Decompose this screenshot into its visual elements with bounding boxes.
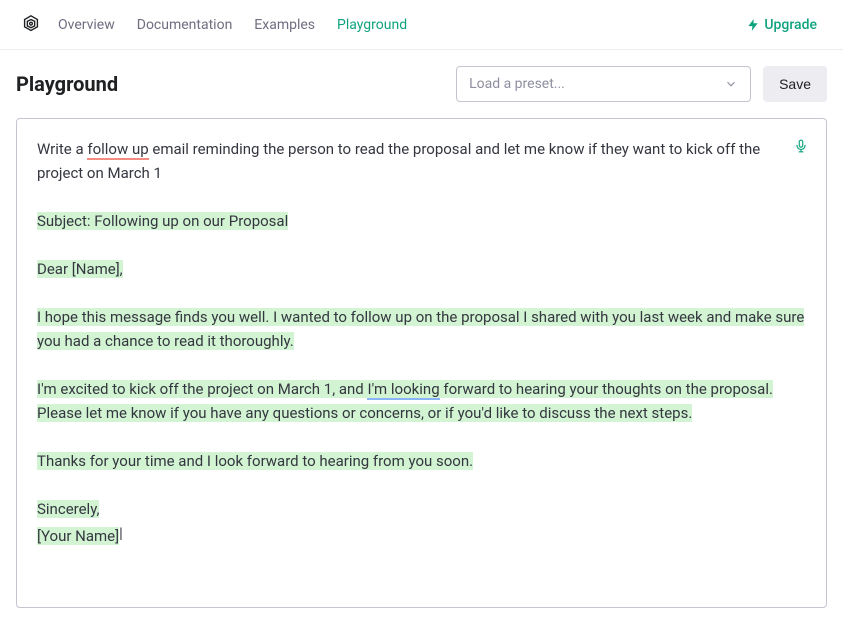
gen-subject: Subject: Following up on our Proposal [37,209,806,233]
gen-greeting: Dear [Name], [37,257,806,281]
gen-p2: I'm excited to kick off the project on M… [37,377,806,425]
gen-signature: [Your Name]| [37,521,806,548]
prompt-text: Write a follow up email reminding the pe… [37,137,787,185]
top-nav: Overview Documentation Examples Playgrou… [0,0,843,50]
nav-links: Overview Documentation Examples Playgrou… [58,17,746,33]
microphone-icon[interactable] [794,137,808,161]
nav-overview[interactable]: Overview [58,17,115,33]
spell-error: follow up [87,140,148,160]
gen-p3: Thanks for your time and I look forward … [37,449,806,473]
editor-wrap: Write a follow up email reminding the pe… [0,118,843,608]
gen-signoff: Sincerely, [37,497,806,521]
nav-playground[interactable]: Playground [337,17,407,33]
preset-placeholder: Load a preset... [469,76,565,92]
nav-examples[interactable]: Examples [254,17,315,33]
lightning-icon [746,18,760,32]
grammar-error: I'm looking [367,380,439,400]
upgrade-label: Upgrade [764,17,817,33]
page-title: Playground [16,72,444,96]
gen-p1: I hope this message finds you well. I wa… [37,305,806,353]
editor-textarea[interactable]: Write a follow up email reminding the pe… [16,118,827,608]
save-button[interactable]: Save [763,66,827,102]
openai-logo-icon[interactable] [16,10,46,40]
chevron-down-icon [724,77,738,91]
nav-documentation[interactable]: Documentation [137,17,233,33]
upgrade-link[interactable]: Upgrade [746,17,817,33]
preset-select[interactable]: Load a preset... [456,66,751,102]
sub-header: Playground Load a preset... Save [0,50,843,118]
